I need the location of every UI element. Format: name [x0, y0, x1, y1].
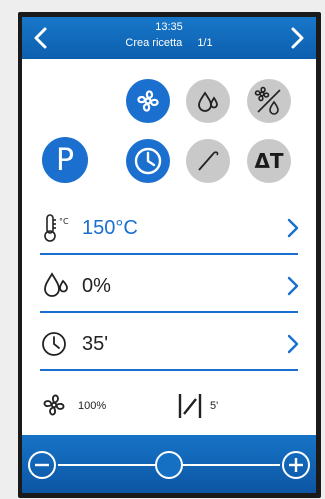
humidity-value: 0% [82, 275, 111, 297]
header-title-row: Crea ricetta 1/1 [22, 37, 316, 49]
probe-bracket-icon [176, 391, 204, 426]
header-bar: 13:35 Crea ricetta 1/1 [22, 17, 316, 59]
steam-mode-button[interactable] [186, 79, 230, 123]
bottom-slider-bar [22, 435, 316, 493]
delta-t-button[interactable]: ΔT [247, 139, 291, 183]
divider [40, 253, 298, 255]
clock-icon [40, 329, 72, 364]
probe-value: 5' [210, 400, 219, 412]
divider [40, 369, 298, 371]
clock-time: 13:35 [155, 21, 183, 33]
svg-text:°C: °C [59, 217, 69, 226]
fan-icon [137, 90, 159, 112]
timer-mode-button[interactable] [126, 139, 170, 183]
humidity-chevron-icon[interactable] [286, 275, 300, 302]
status-row: 100% 5' [40, 389, 300, 423]
fan-steam-icon [254, 86, 281, 115]
combi-mode-button[interactable] [247, 79, 291, 123]
temperature-value: 150°C [82, 217, 138, 239]
humidity-row[interactable]: 0% [40, 269, 302, 305]
temperature-chevron-icon[interactable] [286, 217, 300, 244]
delta-t-label: ΔT [254, 149, 284, 173]
slider-track[interactable] [22, 435, 316, 493]
time-chevron-icon[interactable] [286, 333, 300, 360]
time-value: 35' [82, 333, 109, 355]
screen: 13:35 Crea ricetta 1/1 P ΔT °C 150°C 0% … [22, 17, 316, 493]
page-counter: 1/1 [197, 37, 213, 49]
fan-icon [40, 391, 68, 424]
minus-button-icon [28, 451, 56, 479]
temperature-row[interactable]: °C 150°C [40, 211, 302, 247]
water-drops-icon [198, 91, 218, 112]
fan-speed-value: 100% [78, 400, 107, 412]
probe-mode-button[interactable] [186, 139, 230, 183]
divider [40, 311, 298, 313]
time-row[interactable]: 35' [40, 327, 302, 363]
program-button[interactable]: P [42, 137, 88, 183]
program-label: P [55, 142, 75, 178]
forward-chevron-icon[interactable] [286, 25, 308, 51]
clock-icon [134, 147, 162, 175]
plus-button-icon [282, 451, 310, 479]
slider-knob [155, 451, 183, 479]
probe-icon [198, 151, 219, 171]
thermometer-icon: °C [40, 213, 72, 248]
humidity-drops-icon [40, 271, 72, 306]
fan-mode-button[interactable] [126, 79, 170, 123]
page-title: Crea ricetta [125, 37, 183, 49]
